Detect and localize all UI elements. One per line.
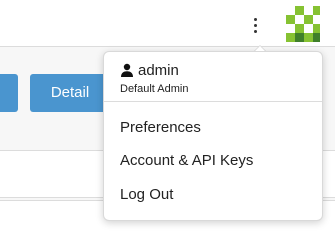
app-page: Detail admin Default Admin Preferences A…	[0, 0, 335, 250]
user-icon	[121, 63, 133, 77]
username-label: admin	[138, 61, 179, 79]
user-info: admin Default Admin	[120, 60, 310, 96]
top-header-bar	[0, 0, 335, 47]
menu-item-account-api-keys[interactable]: Account & API Keys	[120, 151, 253, 171]
more-options-icon[interactable]	[248, 14, 262, 36]
action-button[interactable]	[0, 74, 18, 112]
app-logo[interactable]	[286, 6, 320, 42]
detail-button[interactable]: Detail	[30, 74, 110, 112]
user-role-label: Default Admin	[120, 83, 189, 95]
menu-item-preferences[interactable]: Preferences	[120, 118, 201, 138]
menu-item-log-out[interactable]: Log Out	[120, 185, 173, 205]
menu-divider	[104, 101, 322, 102]
user-dropdown-menu: admin Default Admin Preferences Account …	[103, 51, 323, 221]
user-name-row: admin	[120, 60, 310, 80]
dropdown-caret-fill	[255, 46, 265, 51]
